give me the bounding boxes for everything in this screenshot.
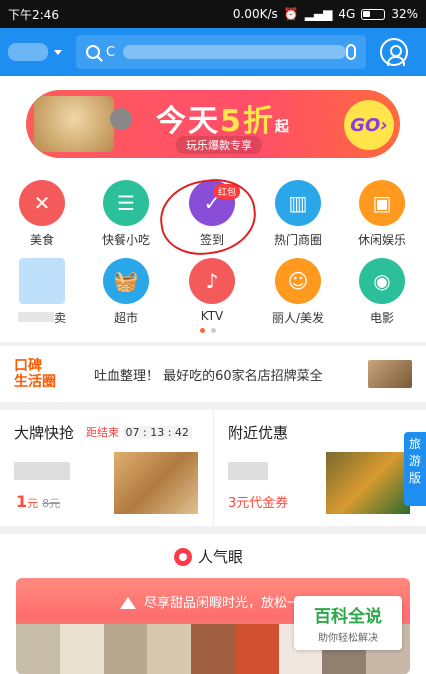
battery-level: 32% — [391, 7, 418, 21]
search-placeholder-blurred — [123, 45, 346, 59]
buildings-icon: ▥ — [275, 180, 321, 226]
microphone-icon: ♪ — [189, 258, 235, 304]
countdown-timer: 距结束 07 : 13 : 42 — [86, 424, 192, 440]
film-icon: ◉ — [359, 258, 405, 304]
category-checkin[interactable]: ✓ 红包 签到 — [170, 180, 254, 248]
document-icon — [19, 258, 65, 304]
side-tab-char: 游 — [408, 454, 421, 468]
category-leisure[interactable]: ▣ 休闲娱乐 — [340, 180, 424, 248]
microphone-icon[interactable] — [346, 44, 356, 60]
search-bar[interactable]: C — [76, 35, 366, 69]
grid-pager — [200, 328, 216, 333]
koubei-logo-line2: 生活圈 — [14, 374, 56, 390]
deals-section: 大牌快抢 距结束 07 : 13 : 42 1元 8元 附近优惠 3元代金券 — [0, 410, 426, 526]
deal-product-image — [114, 452, 198, 514]
pager-dot — [211, 328, 216, 333]
koubei-headline-text: 吐血整理！ 最好吃的60家名店招牌菜全 — [94, 368, 323, 384]
signal-icon: ▂▄▆ — [304, 7, 333, 21]
category-ktv[interactable]: ♪ KTV — [170, 258, 254, 323]
basket-icon: 🧺 — [103, 258, 149, 304]
coupon-text: 3元代金券 — [228, 496, 289, 511]
popular-banner-caption: 尽享甜品闲暇时光，放松一下 — [120, 592, 313, 611]
category-grid: ✕ 美食 ☰ 快餐小吃 ✓ 红包 签到 ▥ 热门商圈 ▣ 休闲娱乐 卖 🧺 超市… — [0, 172, 426, 342]
headline-thumbnail — [368, 360, 412, 388]
battery-icon — [361, 8, 386, 20]
koubei-logo-line1: 口碑 — [14, 358, 42, 374]
eye-icon — [174, 547, 192, 566]
microphone-image — [110, 108, 132, 130]
promo-banner[interactable]: 今天5折起 玩乐爆款专享 GO › — [0, 76, 426, 172]
countdown-label: 距结束 — [86, 426, 119, 439]
category-label: KTV — [200, 309, 224, 323]
chevron-down-icon — [54, 49, 62, 55]
popular-banner-text: 尽享甜品闲暇时光，放松一下 — [144, 596, 314, 611]
network-type: 4G — [338, 7, 356, 21]
brand-flash-deal[interactable]: 大牌快抢 距结束 07 : 13 : 42 1元 8元 — [0, 410, 213, 526]
price-unit: 元 — [27, 497, 39, 510]
search-icon — [86, 45, 100, 59]
banner-subtitle: 玩乐爆款专享 — [176, 136, 262, 154]
bread-basket-image — [34, 96, 114, 152]
banner-title-discount: 5折 — [220, 104, 275, 139]
banner-title-suffix: 起 — [274, 119, 291, 135]
koubei-logo: 口碑 生活圈 — [14, 358, 74, 390]
watermark-title: 百科全说 — [314, 607, 382, 627]
network-speed: 0.00K/s — [232, 7, 278, 21]
banner-title: 今天5折起 — [156, 96, 291, 140]
price-value: 1 — [16, 492, 28, 511]
promo-banner-image[interactable]: 今天5折起 玩乐爆款专享 GO › — [26, 90, 400, 158]
popular-title: 人气眼 — [174, 546, 243, 567]
watermark-subtitle: 助你轻松解决 — [318, 633, 378, 644]
category-label: 超市 — [113, 311, 138, 325]
user-profile-icon[interactable] — [380, 38, 408, 66]
category-label: 美食 — [29, 233, 54, 247]
category-label: 快餐小吃 — [101, 233, 150, 247]
side-tab-char: 版 — [408, 471, 421, 485]
travel-version-tab[interactable]: 旅 游 版 — [404, 432, 426, 506]
nearby-deal-image — [326, 452, 410, 514]
watermark-logo: 百科全说 助你轻松解决 — [294, 596, 402, 650]
banner-title-today: 今天 — [156, 104, 220, 139]
category-label: 丽人/美发 — [271, 311, 325, 325]
city-selector[interactable] — [8, 36, 70, 68]
merchant-name-blurred — [228, 462, 268, 480]
category-hot-districts[interactable]: ▥ 热门商圈 — [256, 180, 340, 248]
category-beauty[interactable]: ☺ 丽人/美发 — [256, 258, 340, 326]
fork-knife-icon: ✕ — [19, 180, 65, 226]
burger-icon: ☰ — [103, 180, 149, 226]
header: C — [0, 28, 426, 76]
popular-title-text: 人气眼 — [198, 548, 244, 566]
countdown-time: 07 : 13 : 42 — [122, 426, 192, 439]
koubei-headline[interactable]: 口碑 生活圈 吐血整理！ 最好吃的60家名店招牌菜全 — [0, 346, 426, 402]
nearby-deals[interactable]: 附近优惠 3元代金券 — [213, 410, 426, 526]
red-packet-badge: 红包 — [214, 184, 241, 199]
pager-dot-active — [200, 328, 205, 333]
banner-go-label: GO — [350, 114, 381, 136]
search-placeholder-text: C — [106, 44, 116, 60]
category-label: 签到 — [199, 233, 224, 247]
category-fast-food[interactable]: ☰ 快餐小吃 — [84, 180, 168, 248]
status-bar: 下午2:46 0.00K/s ⏰ ▂▄▆ 4G 32% — [0, 0, 426, 28]
category-label: 休闲娱乐 — [357, 233, 406, 247]
category-label: 热门商圈 — [273, 233, 322, 247]
gamepad-icon: ▣ — [359, 180, 405, 226]
chevron-right-icon: › — [380, 114, 388, 136]
city-name-blurred — [8, 43, 48, 61]
old-price: 8元 — [42, 497, 61, 510]
category-food[interactable]: ✕ 美食 — [0, 180, 84, 248]
category-label: 电影 — [369, 311, 394, 325]
hair-icon: ☺ — [275, 258, 321, 304]
image-icon — [120, 595, 136, 609]
banner-go-button[interactable]: GO › — [344, 100, 394, 150]
side-tab-char: 旅 — [408, 437, 421, 451]
category-label: 卖 — [53, 311, 66, 325]
nearby-deals-title: 附近优惠 — [228, 424, 289, 442]
deal-price: 1元 8元 — [16, 492, 60, 511]
category-delivery[interactable]: 卖 — [0, 258, 84, 326]
category-movies[interactable]: ◉ 电影 — [340, 258, 424, 326]
product-name-blurred — [14, 462, 70, 480]
alarm-icon: ⏰ — [283, 7, 299, 21]
status-time: 下午2:46 — [8, 7, 59, 22]
category-supermarket[interactable]: 🧺 超市 — [84, 258, 168, 326]
